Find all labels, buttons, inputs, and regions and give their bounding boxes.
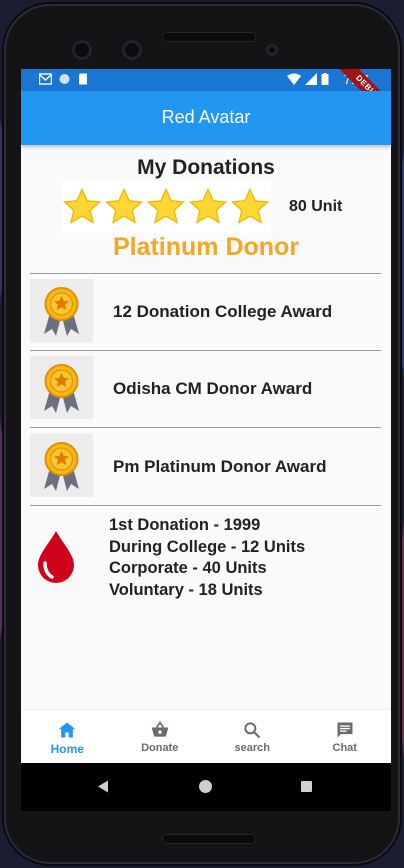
divider (30, 427, 381, 428)
page-title: My Donations (137, 156, 275, 179)
star-icon (104, 187, 144, 224)
nav-donate-label: Donate (141, 742, 179, 754)
gmail-icon (39, 73, 52, 85)
earpiece-speaker (162, 32, 256, 42)
award-label: 12 Donation College Award (113, 302, 333, 321)
history-line: 1st Donation - 1999 (109, 516, 261, 534)
history-line: During College - 12 Units (109, 537, 306, 556)
medal-icon (30, 434, 93, 497)
front-camera-secondary (122, 40, 142, 60)
home-icon (58, 722, 76, 738)
app-bar: Red Avatar (21, 91, 391, 145)
nav-search-label: search (234, 742, 270, 754)
app-screen: 7:44 DEBUG Red Avatar My Donations 80 Un… (21, 69, 391, 811)
donation-history: 1st Donation - 1999 During College - 12 … (21, 505, 391, 605)
app-title: Red Avatar (161, 107, 251, 127)
front-camera (72, 40, 92, 60)
home-button[interactable] (199, 780, 212, 793)
search-icon (244, 722, 261, 739)
proximity-sensor (266, 44, 278, 56)
recent-apps-button[interactable] (301, 781, 312, 792)
units-total: 80 Unit (289, 198, 343, 215)
divider (30, 273, 381, 274)
nav-donate[interactable]: Donate (114, 710, 207, 764)
connectivity-icons (287, 73, 329, 85)
notification-icons (39, 73, 90, 85)
history-lines: 1st Donation - 1999 During College - 12 … (109, 515, 305, 601)
history-line: Voluntary - 18 Units (109, 580, 263, 599)
donor-tier: Platinum Donor (112, 233, 300, 261)
nav-home-label: Home (50, 742, 84, 756)
award-row[interactable]: 12 Donation College Award (21, 275, 391, 351)
medal-icon (30, 279, 93, 342)
nav-chat[interactable]: Chat (299, 710, 392, 764)
award-label: Pm Platinum Donor Award (113, 457, 327, 476)
back-icon[interactable] (97, 780, 109, 793)
bottom-navigation: Home Donate search Chat (21, 709, 391, 764)
sd-card-icon (79, 73, 87, 85)
signal-icon (305, 73, 317, 85)
chat-icon (337, 722, 353, 738)
award-label: Odisha CM Donor Award (113, 379, 313, 398)
star-icon (146, 187, 186, 224)
star-icon (230, 187, 270, 224)
basket-icon (151, 720, 169, 737)
nav-search[interactable]: search (206, 710, 299, 764)
battery-icon (321, 73, 329, 85)
award-row[interactable]: Odisha CM Donor Award (21, 352, 391, 428)
nav-home[interactable]: Home (21, 710, 114, 764)
wifi-icon (287, 73, 301, 85)
medal-icon (30, 356, 93, 419)
blood-drop-icon (30, 527, 82, 585)
history-line: Corporate - 40 Units (109, 559, 267, 577)
nav-chat-label: Chat (332, 742, 357, 754)
star-rating (61, 181, 271, 233)
bottom-speaker (162, 834, 256, 844)
star-icon (62, 187, 102, 224)
sync-icon (59, 74, 70, 84)
system-navigation-bar (21, 763, 391, 811)
award-row[interactable]: Pm Platinum Donor Award (21, 430, 391, 506)
divider (30, 350, 381, 351)
status-bar: 7:44 DEBUG (21, 69, 391, 125)
star-icon (188, 187, 228, 224)
